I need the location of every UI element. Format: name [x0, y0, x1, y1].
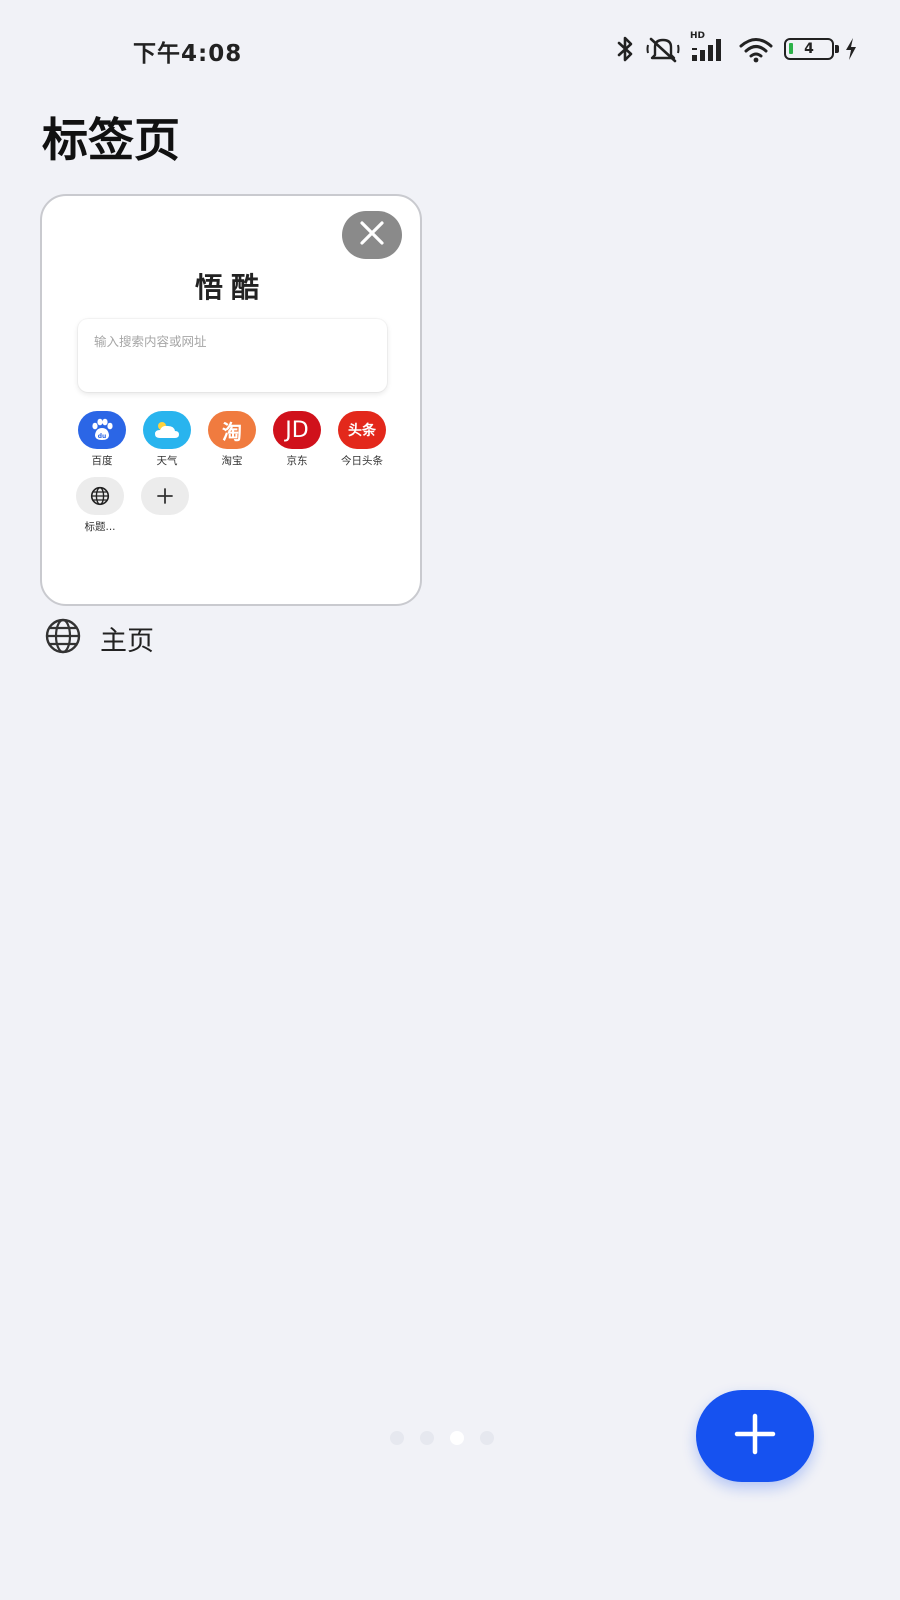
shortcut-label: 淘宝 — [221, 455, 243, 467]
jd-icon: JD — [273, 411, 321, 449]
toutiao-icon: 头条 — [338, 411, 386, 449]
jd-icon-text: JD — [285, 417, 309, 443]
taobao-icon: 淘 — [208, 411, 256, 449]
wifi-icon — [738, 35, 774, 63]
bluetooth-icon — [616, 35, 636, 63]
signal-icon: HD — [690, 31, 728, 63]
status-icons: HD 4 — [616, 31, 858, 64]
page-dot-active — [450, 1431, 464, 1445]
toutiao-icon-text: 头条 — [348, 423, 376, 439]
search-placeholder: 输入搜索内容或网址 — [94, 334, 207, 349]
tab-title-row[interactable]: 主页 — [42, 618, 154, 658]
add-shortcut-button[interactable] — [132, 477, 198, 515]
battery-level: 4 — [804, 41, 814, 57]
mute-icon — [646, 35, 680, 63]
search-input[interactable]: 输入搜索内容或网址 — [78, 319, 387, 392]
charging-icon — [844, 37, 858, 61]
baidu-icon: du — [78, 411, 126, 449]
shortcut-taobao[interactable]: 淘 淘宝 — [199, 411, 265, 468]
add-shortcut-icon — [141, 477, 189, 515]
page-dot — [420, 1431, 434, 1445]
page-dot — [480, 1431, 494, 1445]
close-icon — [359, 220, 385, 250]
weather-icon — [143, 411, 191, 449]
battery-icon: 4 — [784, 38, 839, 60]
taobao-icon-text: 淘 — [222, 419, 242, 444]
tab-title: 主页 — [100, 625, 154, 657]
shortcut-label: 今日头条 — [341, 455, 383, 467]
shortcut-label: 百度 — [91, 455, 113, 467]
plus-icon — [731, 1410, 779, 1462]
shortcut-baidu[interactable]: du 百度 — [69, 411, 135, 468]
status-time: 下午4:08 — [133, 41, 243, 67]
status-bar: 下午4:08 HD 4 — [0, 0, 900, 100]
shortcut-label: 标题... — [84, 521, 116, 533]
tab-preview-card[interactable]: 悟酷 输入搜索内容或网址 du 百度 天气 淘 淘宝 JD 京东 头条 今日头条… — [40, 194, 422, 606]
globe-icon — [42, 618, 84, 658]
page-dot — [390, 1431, 404, 1445]
signal-hd-label: HD — [690, 31, 706, 41]
brand-title: 悟酷 — [194, 271, 267, 304]
page-indicator — [390, 1431, 494, 1445]
shortcut-jd[interactable]: JD 京东 — [264, 411, 330, 468]
page-title: 标签页 — [42, 113, 180, 167]
shortcut-weather[interactable]: 天气 — [134, 411, 200, 468]
close-tab-button[interactable] — [342, 211, 402, 259]
svg-text:du: du — [98, 433, 107, 440]
shortcut-saved-site[interactable]: 标题... — [67, 477, 133, 534]
shortcut-toutiao[interactable]: 头条 今日头条 — [329, 411, 395, 468]
shortcut-label: 京东 — [286, 455, 308, 467]
globe-icon — [76, 477, 124, 515]
shortcut-label: 天气 — [156, 455, 178, 467]
new-tab-button[interactable] — [696, 1390, 814, 1482]
